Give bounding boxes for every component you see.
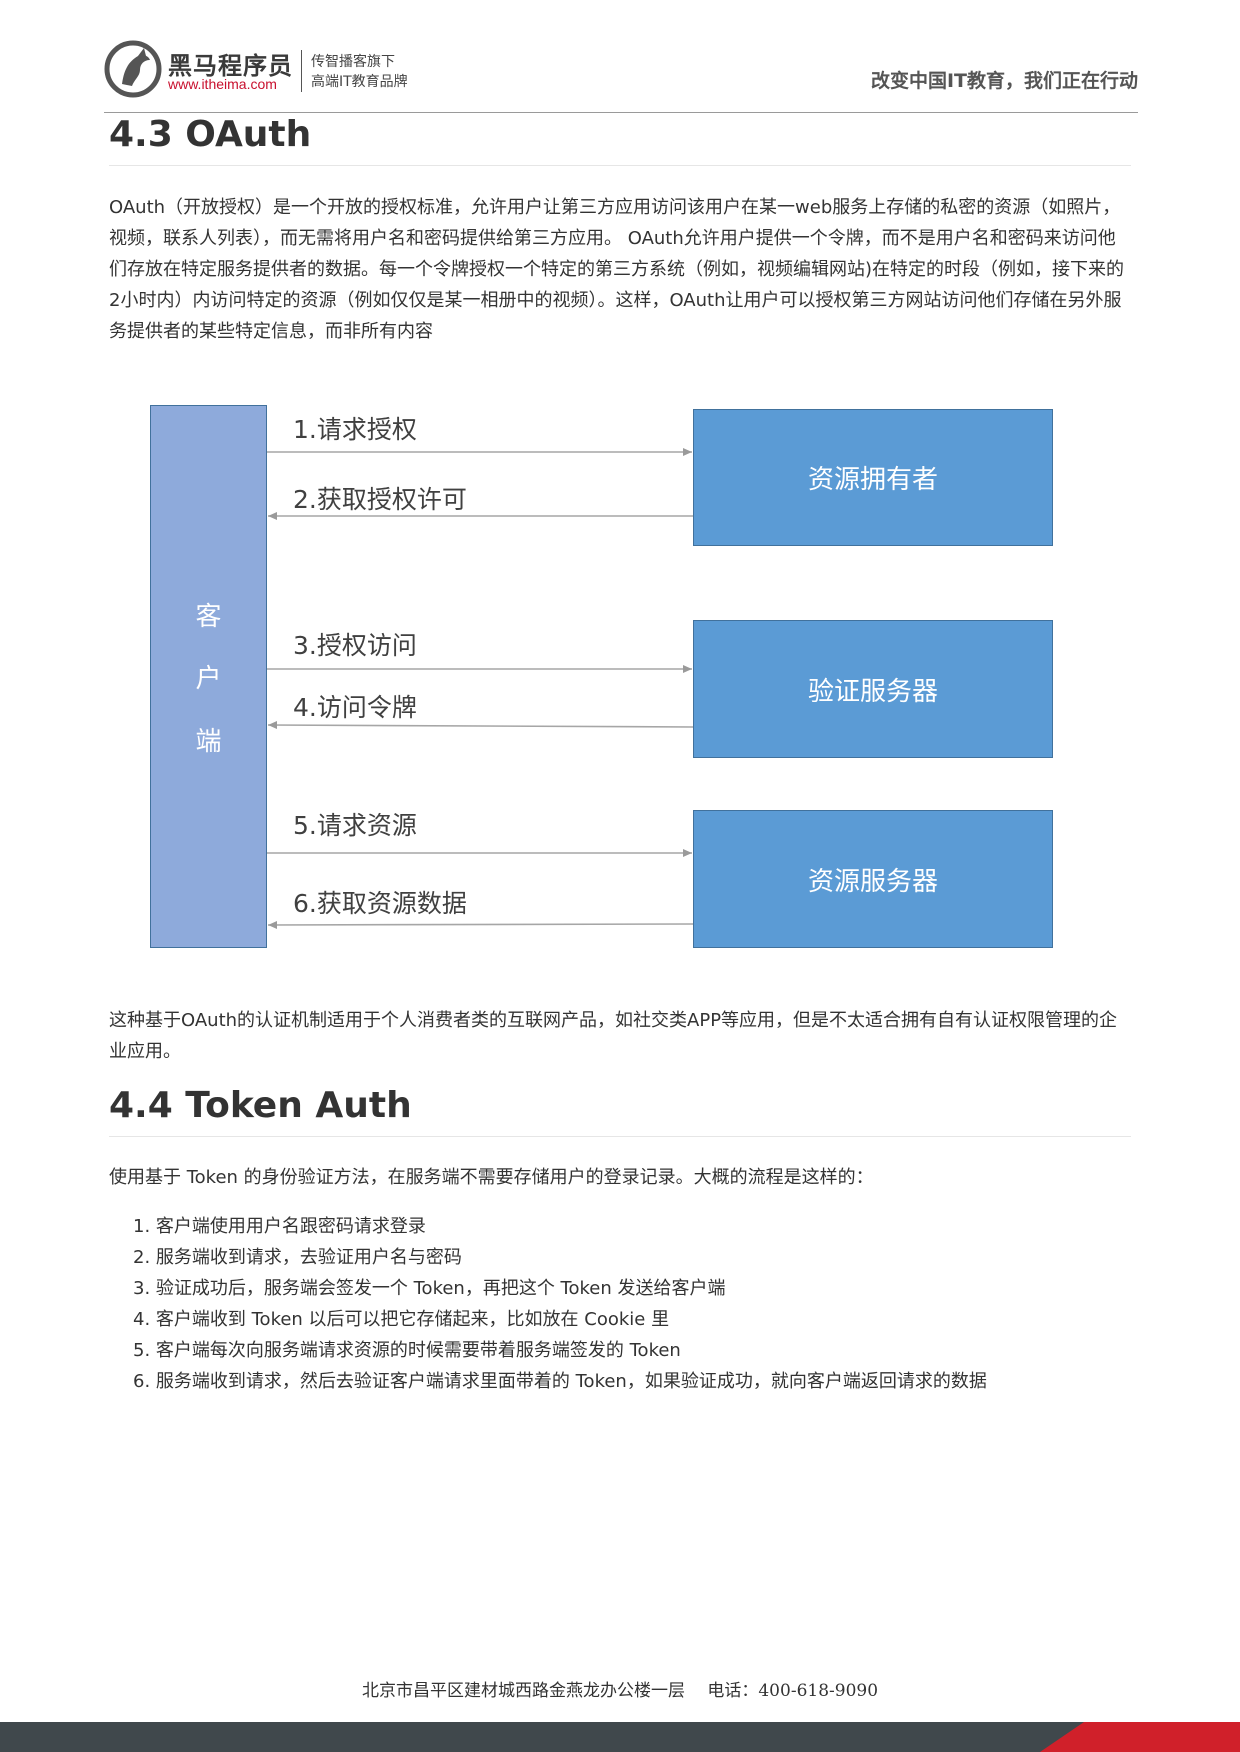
slogan-line-2: 高端IT教育品牌: [311, 74, 408, 90]
header-tagline: 改变中国IT教育，我们正在行动: [870, 70, 1138, 92]
list-item: 1. 客户端使用用户名跟密码请求登录: [133, 1216, 426, 1237]
list-item: 5. 客户端每次向服务端请求资源的时候需要带着服务端签发的 Token: [133, 1340, 681, 1361]
step-label: 4.访问令牌: [293, 693, 417, 722]
resource-server-box: 资源服务器: [693, 810, 1053, 948]
horse-logo-icon: [104, 40, 162, 98]
list-item: 4. 客户端收到 Token 以后可以把它存储起来，比如放在 Cookie 里: [133, 1309, 670, 1330]
footer-address: 北京市昌平区建材城西路金燕龙办公楼一层 电话：400-618-9090: [361, 1681, 879, 1701]
slogan-line-1: 传智播客旗下: [311, 54, 395, 70]
section-heading-token-auth: 4.4 Token Auth: [109, 1085, 1131, 1137]
list-item: 3. 验证成功后，服务端会签发一个 Token，再把这个 Token 发送给客户…: [133, 1278, 726, 1299]
client-label-char: 户: [195, 664, 222, 694]
arrow-get-resource-data: [267, 920, 694, 929]
arrow-access-token: [267, 721, 694, 730]
client-box: 客 户 端: [150, 405, 267, 948]
oauth-summary-paragraph: 这种基于OAuth的认证机制适用于个人消费者类的互联网产品，如社交类APP等应用…: [109, 1010, 1118, 1062]
client-label-char: 客: [195, 602, 222, 632]
list-item: 6. 服务端收到请求，然后去验证客户端请求里面带着的 Token，如果验证成功，…: [133, 1371, 987, 1392]
auth-server-box: 验证服务器: [693, 620, 1053, 758]
client-label-char: 端: [195, 727, 222, 757]
section-heading-oauth: 4.3 OAuth: [109, 114, 1131, 166]
step-label: 2.获取授权许可: [293, 485, 467, 514]
oauth-intro-paragraph: OAuth（开放授权）是一个开放的授权标准，允许用户让第三方应用访问该用户在某一…: [109, 197, 1125, 342]
token-intro-paragraph: 使用基于 Token 的身份验证方法，在服务端不需要存储用户的登录记录。大概的流…: [109, 1167, 874, 1188]
step-label: 6.获取资源数据: [293, 889, 467, 918]
brand-slogan: 传智播客旗下 高端IT教育品牌: [311, 52, 408, 92]
step-label: 5.请求资源: [293, 811, 417, 840]
page-header: 黑马程序员 www.itheima.com 传智播客旗下 高端IT教育品牌 改变…: [104, 36, 1138, 113]
step-label: 3.授权访问: [293, 631, 417, 660]
token-steps-list: 1. 客户端使用用户名跟密码请求登录 2. 服务端收到请求，去验证用户名与密码 …: [133, 1211, 987, 1397]
resource-owner-box: 资源拥有者: [693, 409, 1053, 546]
step-label: 1.请求授权: [293, 415, 417, 444]
list-item: 2. 服务端收到请求，去验证用户名与密码: [133, 1247, 462, 1268]
brand-divider: [301, 50, 302, 92]
brand-url: www.itheima.com: [168, 76, 277, 92]
